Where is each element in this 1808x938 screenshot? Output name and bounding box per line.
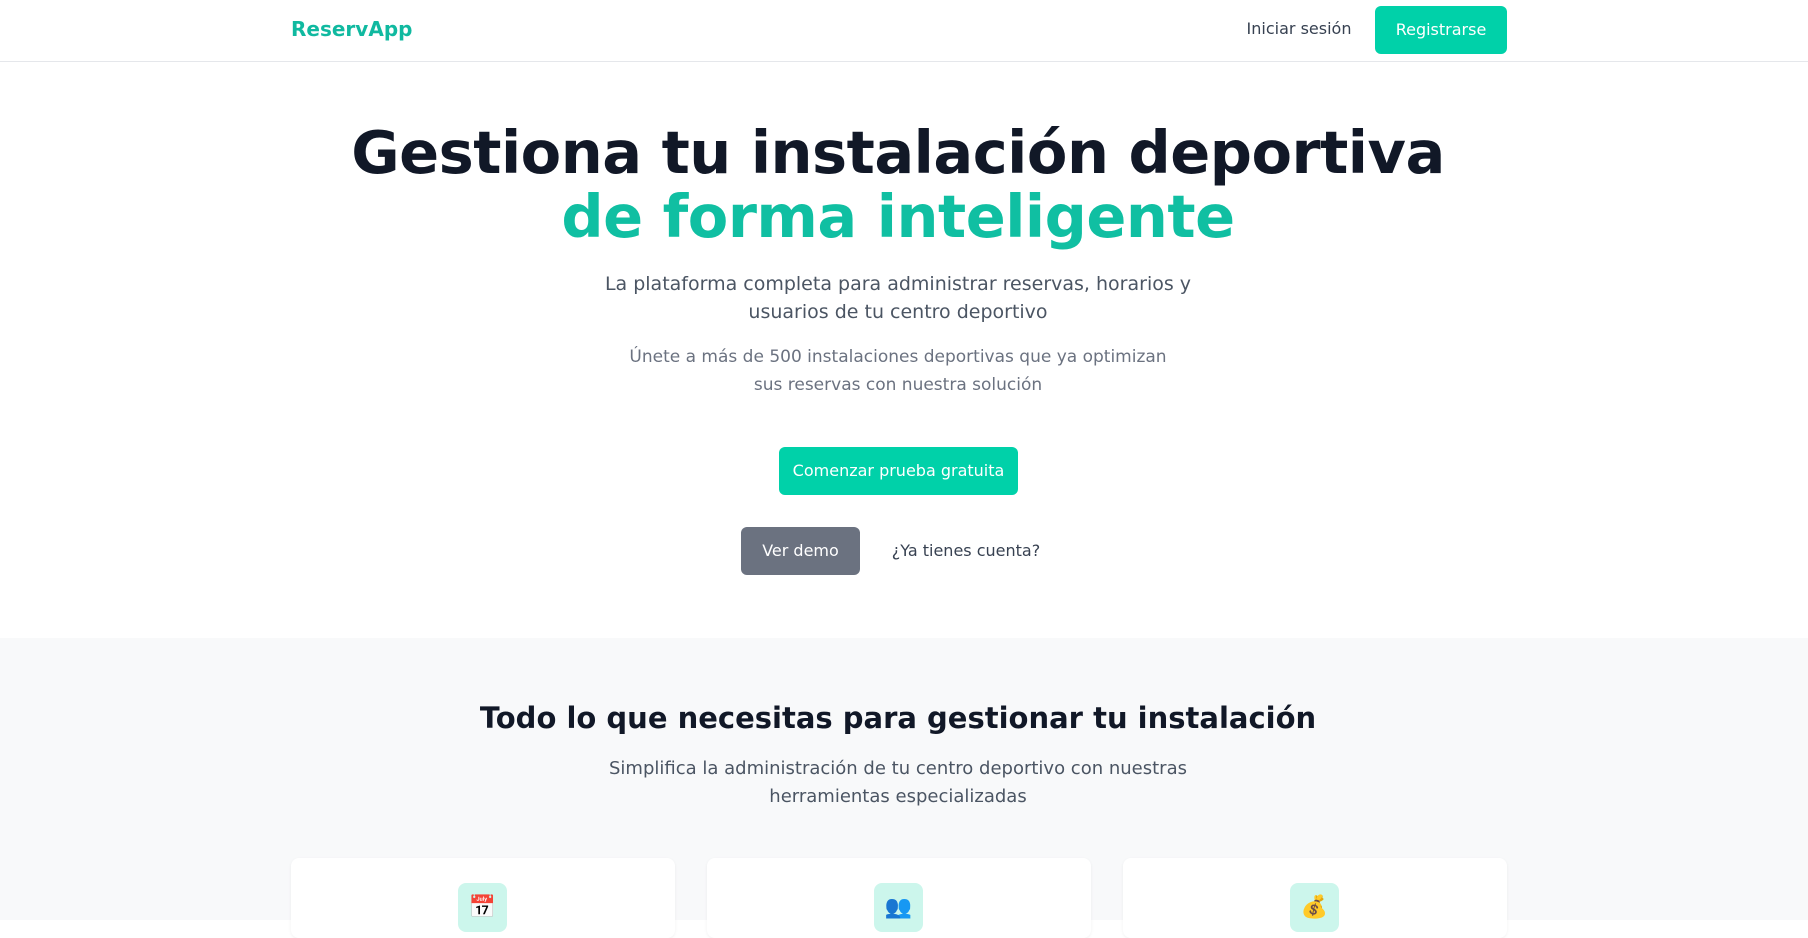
register-button[interactable]: Registrarse (1375, 6, 1507, 54)
features-title: Todo lo que necesitas para gestionar tu … (479, 701, 1317, 735)
hero-title: Gestiona tu instalación deportiva (351, 118, 1445, 187)
hero-subtitle: La plataforma completa para administrar … (604, 273, 1192, 323)
users-icon: 👥 (874, 883, 923, 932)
feature-card-reservations: 📅 (291, 858, 675, 938)
feature-card-users: 👥 (707, 858, 1091, 938)
have-account-link[interactable]: ¿Ya tienes cuenta? (888, 527, 1044, 575)
start-free-trial-button[interactable]: Comenzar prueba gratuita (779, 447, 1018, 495)
feature-card-payments: 💰 (1123, 858, 1507, 938)
top-navbar: ReservApp Iniciar sesión Registrarse (0, 0, 1808, 62)
features-subtitle: Simplifica la administración de tu centr… (609, 758, 1187, 807)
money-bag-icon: 💰 (1290, 883, 1339, 932)
hero-title-accent: de forma inteligente (561, 182, 1235, 251)
login-link[interactable]: Iniciar sesión (1230, 19, 1368, 38)
hero-note: Únete a más de 500 instalaciones deporti… (629, 347, 1167, 395)
view-demo-button[interactable]: Ver demo (741, 527, 860, 575)
calendar-icon: 📅 (458, 883, 507, 932)
logo[interactable]: ReservApp (291, 17, 412, 41)
